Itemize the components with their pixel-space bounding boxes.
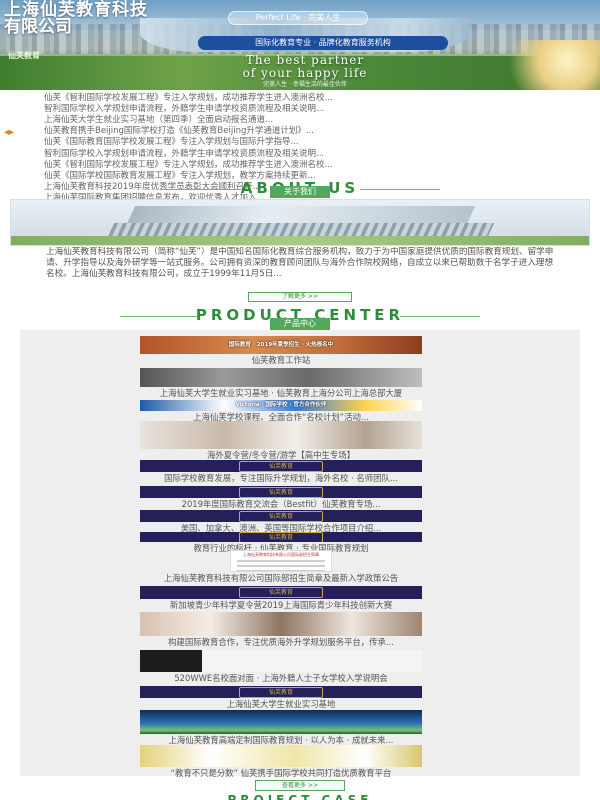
product-doc-heading: 上海仙芙教育科技有限公司国际部招生简章 (243, 552, 319, 557)
news-item-title[interactable]: 上海仙芙大学生就业实习基地（第四季）全面启动报名通道... (44, 113, 273, 125)
product-logo-badge: 仙芙教育 (239, 510, 323, 522)
product-logo-badge: 仙芙教育 (239, 532, 323, 542)
product-caption[interactable]: 520WWE名校面对面 · 上海外籍人士子女学校入学说明会 (120, 673, 442, 683)
product-logo-badge: 仙芙教育 (239, 486, 323, 498)
product-thumbnail[interactable]: 仙芙教育 (140, 510, 422, 522)
product-caption[interactable]: 海外夏令营/冬令营/游学【高中生专场】 (120, 450, 442, 460)
product-subtitle: 产品中心 (270, 318, 330, 330)
doc-line (237, 570, 325, 571)
project-title: PROJECT CASE (0, 794, 600, 800)
product-thumbnail[interactable]: 仙芙教育 (140, 460, 422, 472)
news-item[interactable]: 仙芙《国际教育国际学校发展工程》专注入学规划与国际升学指导... (44, 136, 556, 147)
product-thumbnail[interactable]: 国际教育 · 2019年夏季招生 · 火热报名中 (140, 336, 422, 354)
product-caption[interactable]: 上海仙芙教育科技有限公司国际部招生简章及最新入学政策公告 (120, 573, 442, 583)
product-thumbnail[interactable] (140, 612, 422, 636)
news-item-title[interactable]: 仙芙《智利国际学校发展工程》专注入学规划，成功推荐学生进入澳洲名校... (44, 158, 333, 170)
about-more-button[interactable]: 了解更多 >> (248, 292, 352, 302)
hero-banner: 上海仙芙教育科技 有限公司 仙芙教育 Perfect Life · 完美人生 国… (0, 0, 600, 90)
news-item[interactable]: 智利国际学校入学规划申请流程，外籍学生申请学校资质流程及相关说明... (44, 147, 556, 159)
product-thumbnail[interactable] (140, 745, 422, 767)
product-thumbnail[interactable]: Victoria · 国际学校 · 官方合作伙伴 (140, 400, 422, 411)
news-item-title[interactable]: 仙芙《国际教育国际学校发展工程》专注入学规划与国际升学指导... (44, 136, 299, 147)
news-item[interactable]: 上海仙芙大学生就业实习基地（第四季）全面启动报名通道... (44, 113, 556, 125)
campus-wall (107, 223, 495, 237)
campus-roof (126, 206, 476, 224)
news-item[interactable]: 仙芙《智利国际学校发展工程》专注入学规划，成功推荐学生进入澳洲名校... (44, 91, 556, 103)
product-caption[interactable]: 上海仙芙大学生就业实习基地 · 仙芙教育上海分公司上海总部大厦 (120, 388, 442, 398)
product-thumbnail[interactable]: 仙芙教育 (140, 686, 422, 698)
product-caption[interactable]: 仙芙教育工作站 (120, 355, 442, 365)
logo-icon[interactable]: 仙芙教育 (8, 50, 40, 61)
product-caption[interactable]: 国际学校教育发展，专注国际升学规划，海外名校 · 名师团队... (120, 473, 442, 483)
product-thumbnail[interactable] (140, 710, 422, 734)
product-thumbnail[interactable]: 仙芙教育 (140, 532, 422, 542)
product-caption[interactable]: 构建国际教育合作，专注优质海外升学规划服务平台，传承... (120, 637, 442, 647)
product-thumbnail[interactable]: 仙芙教育 (140, 486, 422, 498)
banner-sunlight (490, 40, 600, 90)
doc-line (237, 560, 325, 562)
news-item[interactable]: 仙芙教育携手Beijing国际学校打造《仙芙教育Beijing升学通道计划》..… (44, 125, 556, 136)
product-banner-text: 国际教育 · 2019年夏季招生 · 火热报名中 (228, 342, 334, 348)
campus-grass (11, 236, 589, 245)
doc-line (237, 565, 325, 567)
product-banner-text: Victoria · 国际学校 · 官方合作伙伴 (235, 402, 327, 408)
news-item[interactable]: 仙芙《智利国际学校发展工程》专注入学规划，成功推荐学生进入澳洲名校... (44, 158, 556, 170)
banner-tagline-pill: Perfect Life · 完美人生 (228, 11, 368, 25)
product-caption[interactable]: “教育不只是分数” 仙芙携手国际学校共同打造优质教育平台 (120, 768, 442, 778)
banner-nav-pill[interactable]: 国际化教育专业 · 品牌化教育服务机构 (198, 36, 448, 50)
banner-slogan-sub: 完美人生 · 幸福生活的最佳伙伴 (263, 81, 347, 88)
about-campus-image (10, 199, 590, 246)
product-logo-badge: 仙芙教育 (239, 460, 323, 472)
product-more-button[interactable]: 查看更多 >> (255, 780, 345, 791)
news-item[interactable]: 智利国际学校入学规划申请流程，外籍学生申请学校资质流程及相关说明... (44, 102, 556, 114)
product-logo-badge: 仙芙教育 (239, 686, 323, 698)
news-item-title[interactable]: 仙芙教育携手Beijing国际学校打造《仙芙教育Beijing升学通道计划》..… (44, 125, 314, 136)
about-subtitle: 关于我们 (270, 186, 330, 198)
news-item-title[interactable]: 仙芙《智利国际学校发展工程》专注入学规划，成功推荐学生进入澳洲名校... (44, 91, 333, 103)
product-thumbnail[interactable]: 上海仙芙教育科技有限公司国际部招生简章 (230, 550, 332, 572)
banner-slogan: The best partner of your happy life (140, 54, 470, 80)
product-thumbnail[interactable] (140, 650, 422, 672)
product-thumbnail[interactable] (140, 368, 422, 387)
product-thumbnail[interactable] (140, 421, 422, 449)
news-arrow-icon[interactable]: ◂▸ (4, 127, 14, 138)
product-caption[interactable]: 上海仙芙大学生就业实习基地 (120, 699, 442, 709)
product-caption[interactable]: 上海仙芙教育高端定制国际教育规划 · 以人为本 · 成就未来... (120, 735, 442, 745)
product-logo-badge: 仙芙教育 (239, 587, 323, 598)
news-item-title[interactable]: 智利国际学校入学规划申请流程，外籍学生申请学校资质流程及相关说明... (44, 147, 324, 159)
news-item-title[interactable]: 智利国际学校入学规划申请流程，外籍学生申请学校资质流程及相关说明... (44, 102, 324, 114)
product-caption[interactable]: 2019年度国际教育交流会（Bestfit）仙芙教育专场... (120, 499, 442, 509)
product-thumbnail[interactable]: 仙芙教育 (140, 586, 422, 599)
company-name-line2[interactable]: 有限公司 (4, 18, 72, 36)
about-description: 上海仙芙教育科技有限公司（简称“仙芙”）是中国知名国际化教育综合服务机构，致力于… (46, 247, 554, 279)
product-caption[interactable]: 新加坡青少年科学夏令营2019上海国际青少年科技创新大赛 (120, 600, 442, 610)
